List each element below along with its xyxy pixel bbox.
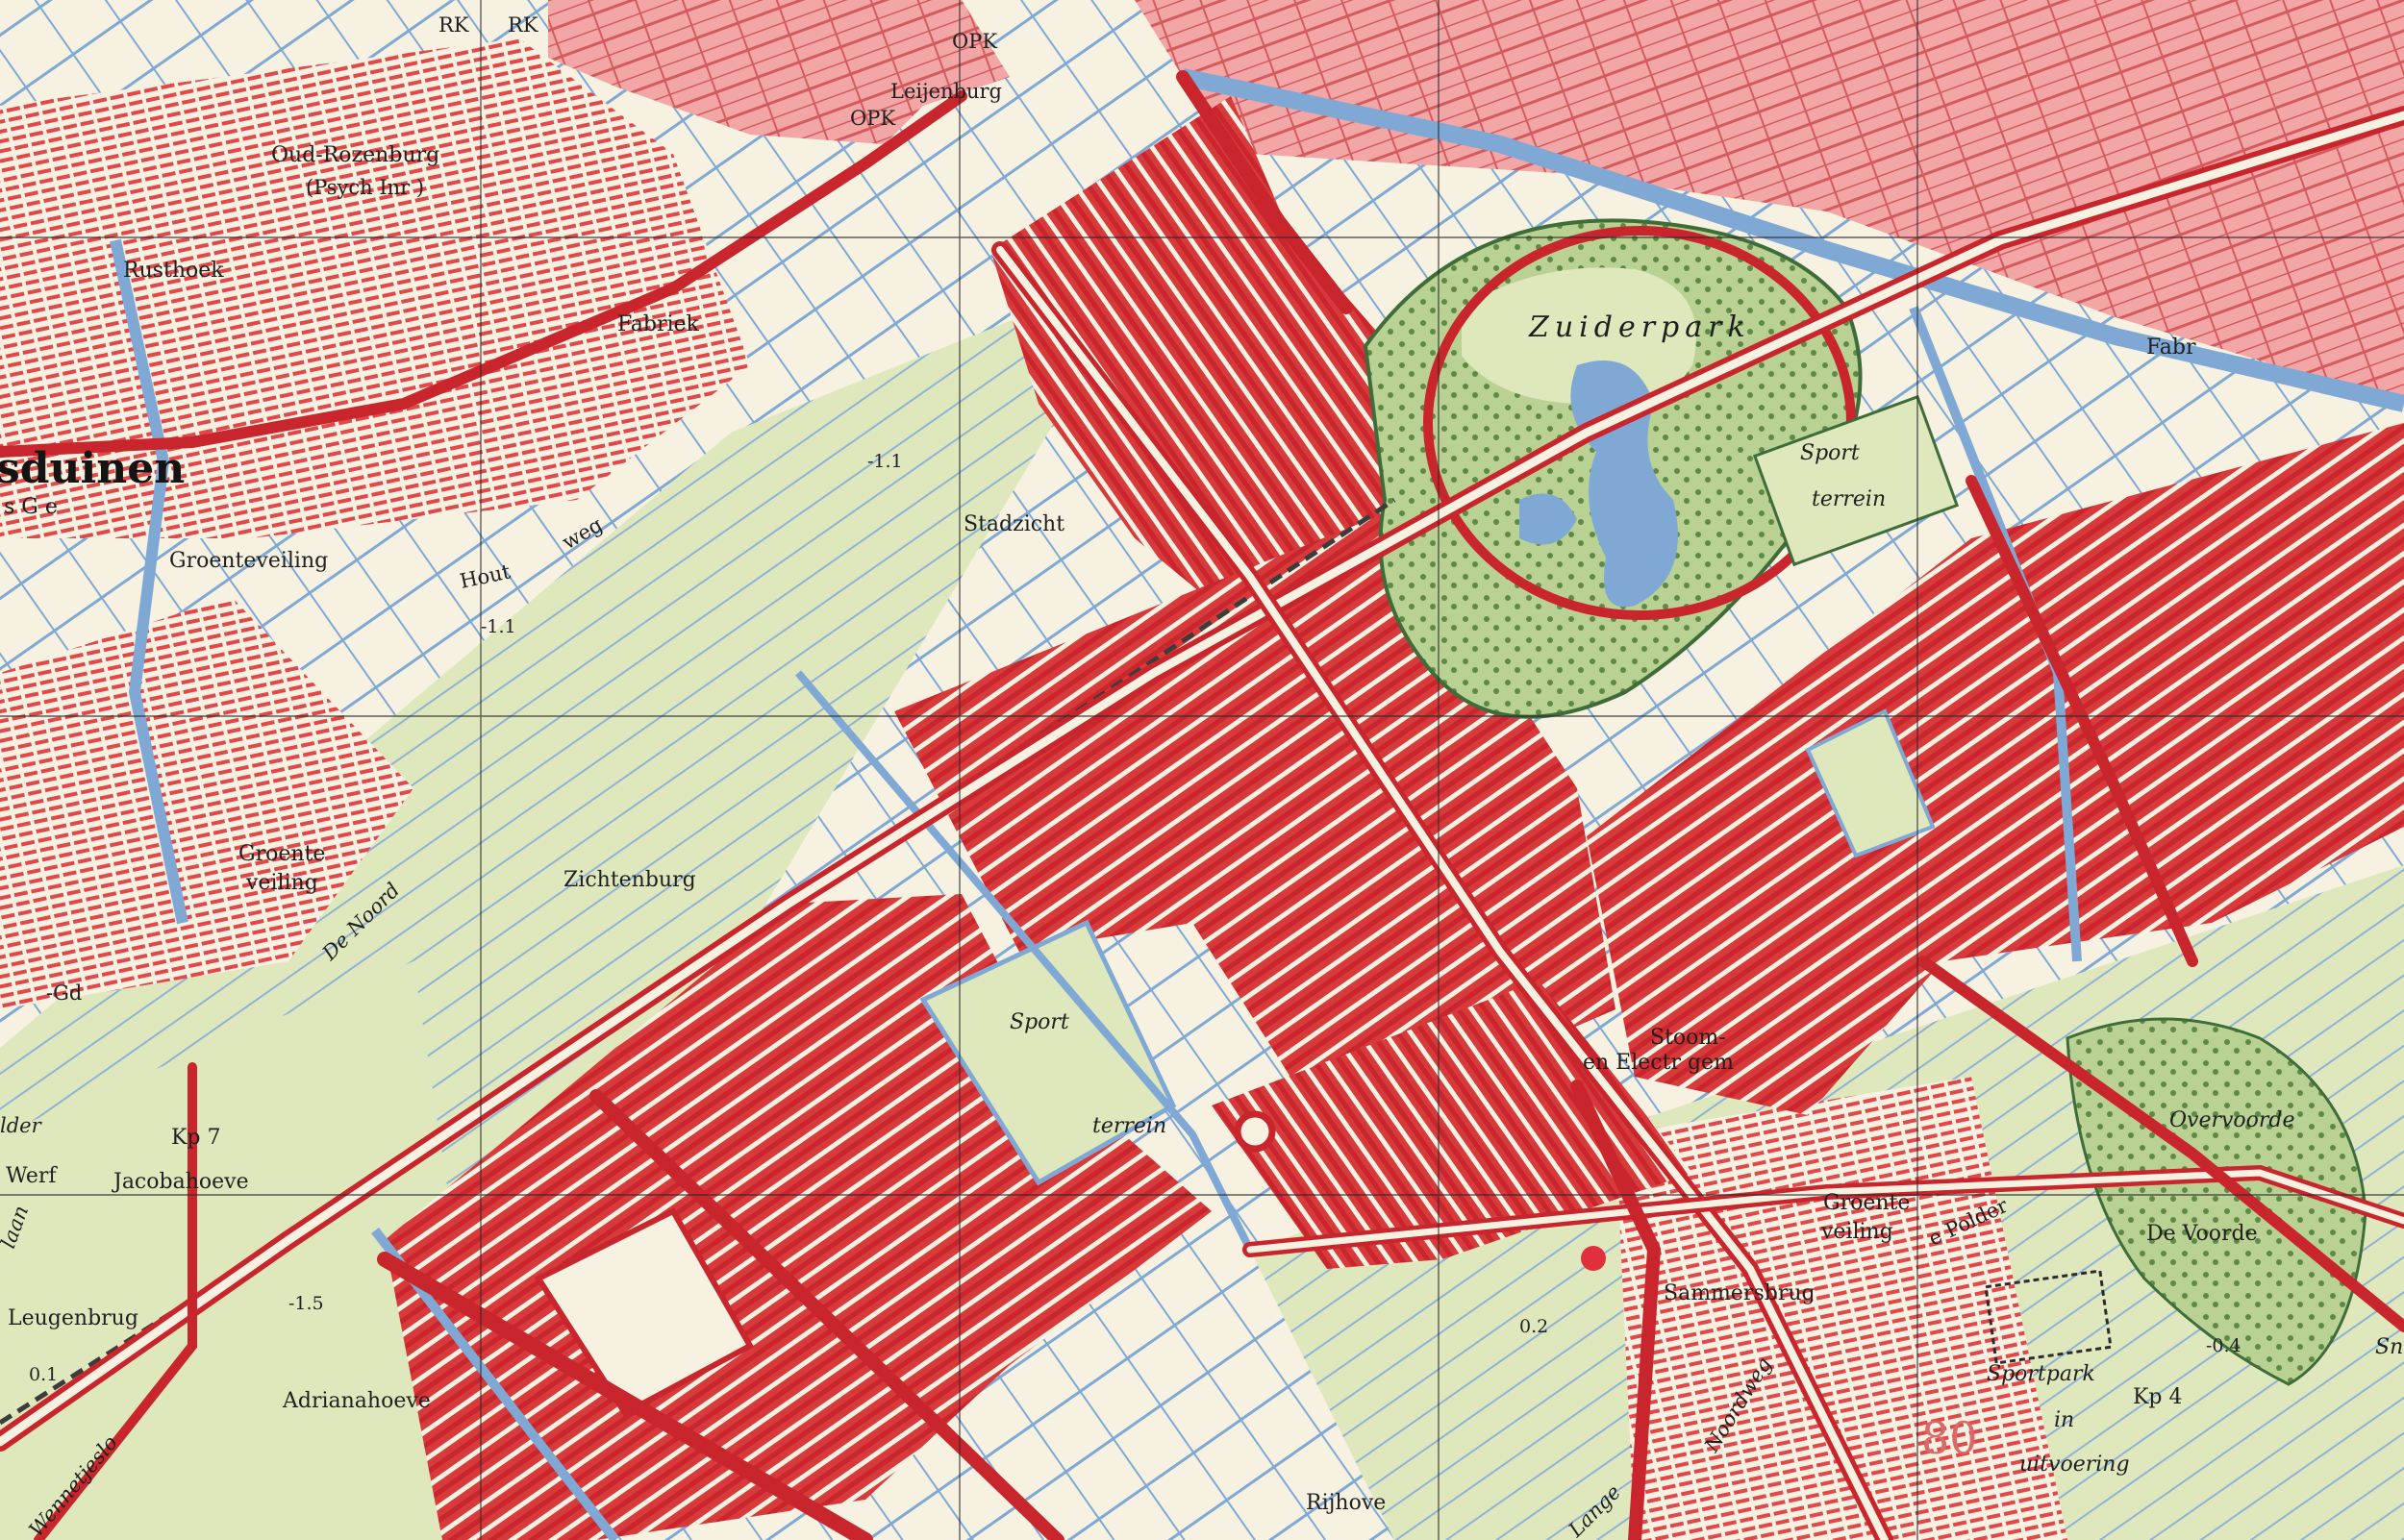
place-label-sammersbrug: Sammersbrug (1664, 1281, 1816, 1305)
place-label-leugenbrug: Leugenbrug (8, 1306, 138, 1330)
place-label-overvoorde: Overvoorde (2169, 1108, 2295, 1132)
place-label-kp7: Kp 7 (171, 1126, 221, 1150)
place-label-terrein-a: terrein (1812, 487, 1886, 511)
roundabout (1234, 1110, 1276, 1153)
place-label-gd: -Gd (46, 981, 82, 1005)
place-label-electr-gem: en Electr gem (1583, 1051, 1734, 1075)
place-label-rijhove: Rijhove (1306, 1491, 1386, 1515)
place-label-werf: Werf (6, 1164, 58, 1188)
topographic-map[interactable]: sduinen s G e Oud-Rozenburg (Psych Inr )… (0, 0, 2404, 1540)
place-label-sportpark: Sportpark (1987, 1362, 2095, 1386)
place-label-loosduinen: sduinen (0, 444, 185, 493)
place-label-sport-b: Sport (1010, 1010, 1069, 1034)
place-label-veiling-a: veiling (245, 871, 318, 895)
place-label-in: in (2054, 1408, 2074, 1432)
place-label-oud-rozenburg: Oud-Rozenburg (271, 143, 439, 167)
place-label-fabriek: Fabriek (617, 312, 700, 336)
place-label-lder: lder (0, 1114, 43, 1137)
place-label-sn: Sn (2375, 1335, 2403, 1359)
place-label-groenteveiling: Groenteveiling (169, 549, 328, 573)
elevation-marker: 0.2 (1519, 1316, 1548, 1337)
elevation-marker: -1.5 (288, 1293, 324, 1314)
place-label-veiling-b: veiling (1820, 1220, 1893, 1244)
place-label-stoom: Stoom- (1650, 1026, 1726, 1050)
elevation-marker: -1.1 (481, 616, 516, 637)
elevation-marker: -0.4 (2206, 1335, 2241, 1356)
place-label-opk-2: OPK (850, 107, 895, 130)
place-label-rk-1: RK (438, 13, 469, 37)
place-label-rk-2: RK (508, 13, 538, 37)
place-label-sport-a: Sport (1800, 441, 1860, 465)
place-label-groente-b: Groente (1823, 1191, 1910, 1215)
place-label-loosduinen-sub: s G e (4, 495, 58, 519)
place-label-terrein-b: terrein (1092, 1114, 1166, 1138)
place-label-de-voorde: De Voorde (2146, 1222, 2258, 1246)
place-label-rusthoek: Rusthoek (123, 259, 224, 283)
place-label-fabr: Fabr (2146, 335, 2196, 360)
elevation-marker: -1.1 (867, 451, 903, 472)
place-label-psych-inr: (Psych Inr ) (306, 176, 424, 199)
place-label-zichtenburg: Zichtenburg (563, 868, 696, 892)
map-canvas[interactable]: sduinen s G e Oud-Rozenburg (Psych Inr )… (0, 0, 2404, 1540)
place-label-opk-1: OPK (952, 30, 997, 53)
red-point-feature (1581, 1246, 1606, 1271)
place-label-uitvoering: uitvoering (2019, 1453, 2130, 1477)
place-label-leijenburg: Leijenburg (890, 80, 1002, 103)
place-label-groente-a: Groente (238, 842, 325, 866)
sheet-number: 80 (1921, 1412, 1978, 1464)
place-label-stadzicht: Stadzicht (964, 512, 1064, 536)
place-label-adrianahoeve: Adrianahoeve (282, 1389, 431, 1413)
park-label-zuiderpark: Zuiderpark (1528, 310, 1751, 344)
place-label-kp4: Kp 4 (2133, 1385, 2183, 1409)
place-label-jacobahoeve: Jacobahoeve (112, 1170, 249, 1194)
elevation-marker: 0.1 (29, 1364, 58, 1385)
